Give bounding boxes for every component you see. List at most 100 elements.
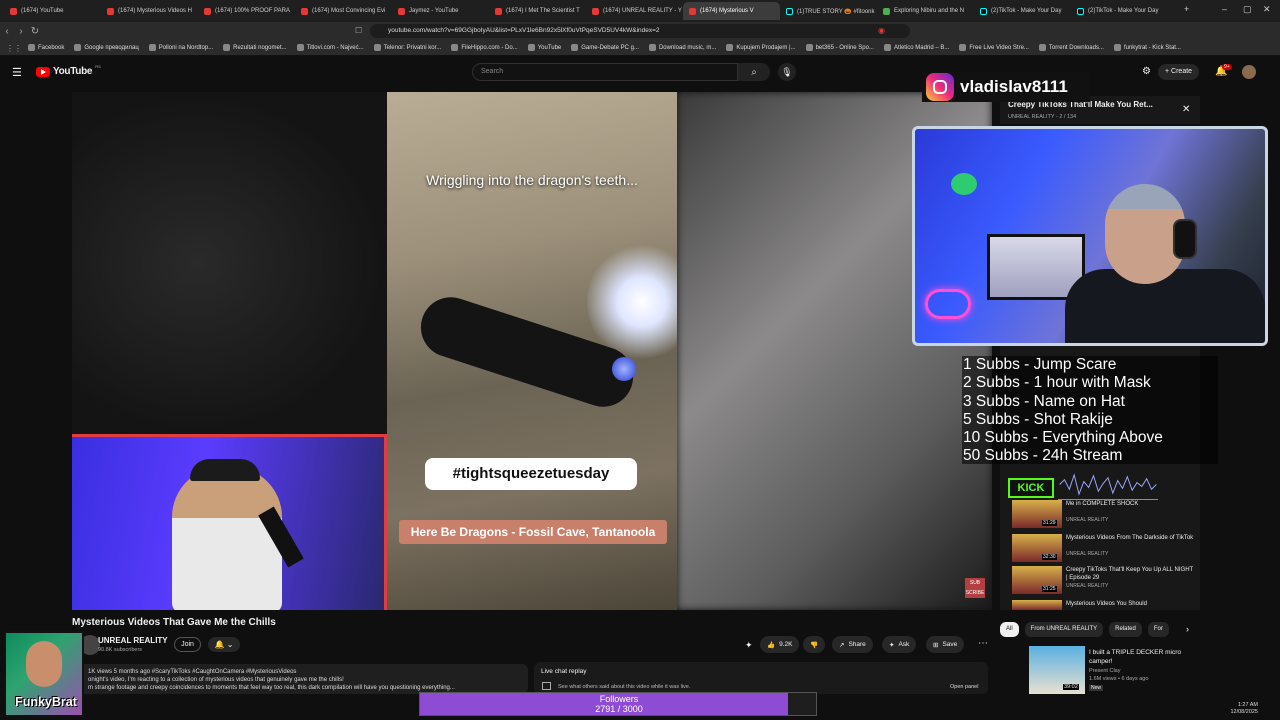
- search-icon[interactable]: ⌕: [738, 63, 770, 81]
- forward-icon[interactable]: ›: [14, 26, 28, 37]
- desc-stats: 1K views 5 months ago #ScaryTikToks #Cau…: [88, 669, 297, 675]
- reload-icon[interactable]: ↻: [28, 26, 42, 37]
- bookmark-favicon-icon: [726, 44, 734, 51]
- apps-icon[interactable]: ⋮⋮: [6, 44, 22, 53]
- list-item[interactable]: Mysterious Videos You Should: [1012, 600, 1197, 610]
- bookmark-item[interactable]: Free Live Video Stre...: [959, 44, 1029, 51]
- list-item[interactable]: 31:29 Me in COMPLETE SHOCK UNREAL REALIT…: [1012, 500, 1197, 528]
- like-button[interactable]: 👍 9.2K: [760, 636, 800, 653]
- browser-tab[interactable]: Jaymez - YouTube: [392, 2, 489, 20]
- clock-time: 1:27 AM: [1237, 702, 1258, 708]
- neon-sign: [925, 289, 971, 319]
- bookmark-item[interactable]: Google преводилац: [74, 44, 139, 51]
- back-icon[interactable]: ‹: [0, 26, 14, 37]
- list-item-channel: UNREAL REALITY: [1066, 583, 1109, 589]
- video-description[interactable]: 1K views 5 months ago #ScaryTikToks #Cau…: [80, 664, 528, 694]
- close-icon[interactable]: ✕: [1182, 104, 1190, 115]
- browser-tab[interactable]: (1674) Mysterious Videos H: [101, 2, 198, 20]
- bookmark-item[interactable]: YouTube: [527, 44, 561, 51]
- youtube-region: RS: [95, 64, 101, 69]
- chevron-right-icon[interactable]: ›: [1186, 624, 1189, 634]
- bookmark-item[interactable]: Torrent Downloads...: [1038, 44, 1104, 51]
- bookmark-item[interactable]: bet365 - Online Spo...: [805, 44, 874, 51]
- headphones: [1173, 219, 1197, 259]
- goal-line: 3 Subbs - Name on Hat: [963, 392, 1125, 410]
- avatar[interactable]: [1242, 65, 1256, 79]
- channel-name[interactable]: UNREAL REALITY: [98, 636, 168, 645]
- browser-tab[interactable]: Exploring Nibiru and the N: [877, 2, 974, 20]
- video-hashtag: #tightsqueezetuesday: [425, 458, 637, 490]
- bookmark-item[interactable]: FileHippo.com - Do...: [451, 44, 518, 51]
- ask-button[interactable]: ✦ Ask: [882, 636, 917, 653]
- bookmark-favicon-icon: [527, 44, 535, 51]
- system-tray: 1:27 AM 12/08/2025: [1170, 700, 1280, 720]
- dislike-button[interactable]: 👎: [803, 636, 825, 653]
- recommended-views: 1.6M views • 6 days ago: [1089, 676, 1149, 682]
- like-count: 9.2K: [779, 641, 793, 648]
- list-item-title: Creepy TikToks That'll Keep You Up ALL N…: [1066, 567, 1194, 581]
- bookmark-favicon-icon: [296, 44, 304, 51]
- reactor-cap: [190, 459, 260, 481]
- bookmark-item[interactable]: Rezultati nogomet...: [223, 44, 287, 51]
- youtube-logo[interactable]: YouTube RS: [36, 64, 101, 77]
- browser-tab[interactable]: (1674) 100% PROOF PARA: [198, 2, 295, 20]
- minimize-button[interactable]: –: [1222, 4, 1227, 14]
- bookmark-item[interactable]: Atletico Madrid – B...: [883, 44, 949, 51]
- followers-label: Followers: [599, 694, 639, 704]
- new-tab-button[interactable]: +: [1184, 4, 1189, 14]
- browser-tab[interactable]: (2)TikTok - Make Your Day: [974, 2, 1071, 20]
- followers-value: 2791 / 3000: [595, 704, 643, 714]
- bookmark-item[interactable]: Telenor: Privatni kor...: [373, 44, 441, 51]
- list-item[interactable]: 32:30 Mysterious Videos From The Darksid…: [1012, 534, 1197, 562]
- browser-tab[interactable]: (2)TikTok - Make Your Day: [1071, 2, 1168, 20]
- video-title: Mysterious Videos That Gave Me the Chill…: [72, 617, 276, 628]
- filter-chip[interactable]: Related: [1109, 622, 1142, 637]
- bookmark-item[interactable]: funkytrat - Kick Stat...: [1113, 44, 1181, 51]
- bookmarks-bar: Facebook Google преводилац Polloni na Nord…: [0, 40, 1280, 56]
- list-item[interactable]: 31:25 Creepy TikToks That'll Keep You Up…: [1012, 566, 1197, 594]
- goal-line: 50 Subbs - 24h Stream: [963, 447, 1123, 465]
- cast-icon[interactable]: ⚙: [1142, 66, 1151, 77]
- browser-tab[interactable]: (1674) Most Convincing Evi: [295, 2, 392, 20]
- kick-logo: KICK: [1008, 478, 1054, 498]
- save-button[interactable]: ⊞ Save: [926, 636, 965, 653]
- search-input[interactable]: Search: [472, 63, 738, 81]
- extension-icon[interactable]: ◉: [878, 26, 885, 35]
- url-bar[interactable]: youtube.com/watch?v=69GGjboIyAU&list=PLx…: [370, 24, 910, 38]
- list-item-title: Mysterious Videos You Should: [1066, 601, 1147, 607]
- create-button[interactable]: + Create: [1158, 64, 1200, 80]
- filter-chip[interactable]: From UNREAL REALITY: [1024, 622, 1104, 637]
- bookmark-label: Game-Debate PC g...: [581, 44, 639, 51]
- join-button[interactable]: Join: [174, 637, 201, 652]
- browser-tab[interactable]: (1674) YouTube: [4, 2, 101, 20]
- recommended-video[interactable]: 39:02 I built a TRIPLE DECKER micro camp…: [1029, 646, 1199, 694]
- more-options-icon[interactable]: ⋯: [978, 638, 988, 649]
- mic-icon[interactable]: 🎙: [778, 63, 796, 81]
- menu-icon[interactable]: ☰: [12, 66, 22, 79]
- subscribe-watermark[interactable]: SUB SCRIBE: [965, 578, 985, 598]
- bookmark-label: bet365 - Online Spo...: [815, 44, 874, 51]
- close-window-button[interactable]: ✕: [1263, 4, 1271, 15]
- bookmark-item[interactable]: Polloni na Nordtop...: [148, 44, 213, 51]
- browser-tab[interactable]: (1674) Mysterious V: [683, 2, 780, 20]
- bookmark-item[interactable]: Game-Debate PC g...: [571, 44, 639, 51]
- bookmark-item[interactable]: Kupujem Prodajem |...: [726, 44, 796, 51]
- bookmark-item[interactable]: Download music, m...: [648, 44, 716, 51]
- browser-tab[interactable]: (1674) I Met The Scientist T: [489, 2, 586, 20]
- bookmark-star-icon[interactable]: ☐: [355, 26, 362, 35]
- filter-chip[interactable]: For: [1147, 622, 1169, 637]
- bookmark-item[interactable]: Titlovi.com - Najveć...: [296, 44, 364, 51]
- video-player[interactable]: Wriggling into the dragon's teeth... #ti…: [72, 92, 992, 610]
- browser-tab[interactable]: (1)TRUE STORY 🎃 #fitoonk: [780, 2, 877, 20]
- bookmark-item[interactable]: Facebook: [28, 44, 64, 51]
- sparkle-icon[interactable]: ✦: [745, 640, 753, 651]
- maximize-button[interactable]: ▢: [1243, 4, 1252, 15]
- browser-tab[interactable]: (1674) UNREAL REALITY - Y: [586, 2, 683, 20]
- open-panel-button[interactable]: Open panel: [950, 684, 978, 690]
- filter-chip[interactable]: All: [1000, 622, 1019, 637]
- notification-bell-button[interactable]: 🔔 ⌄: [208, 637, 240, 652]
- share-button[interactable]: ↗ Share: [832, 636, 873, 653]
- browser-tab-label: (1674) 100% PROOF PARA: [215, 8, 290, 14]
- instagram-icon: [926, 73, 954, 101]
- share-icon: ↗: [839, 641, 845, 649]
